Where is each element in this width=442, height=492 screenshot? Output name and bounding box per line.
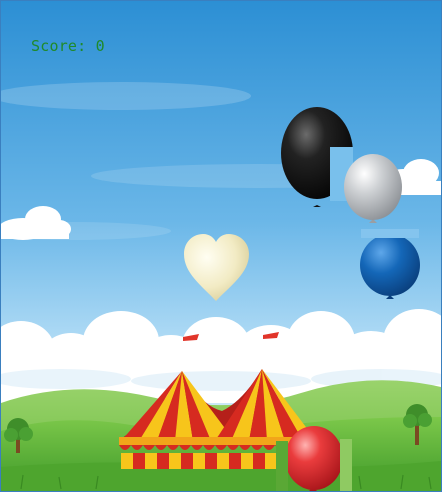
game-scene <box>1 1 441 491</box>
score-display: Score: 0 <box>31 37 105 55</box>
score-value: 0 <box>95 37 105 55</box>
score-label: Score: <box>31 37 87 55</box>
game-canvas[interactable]: Score: 0 <box>0 0 442 492</box>
